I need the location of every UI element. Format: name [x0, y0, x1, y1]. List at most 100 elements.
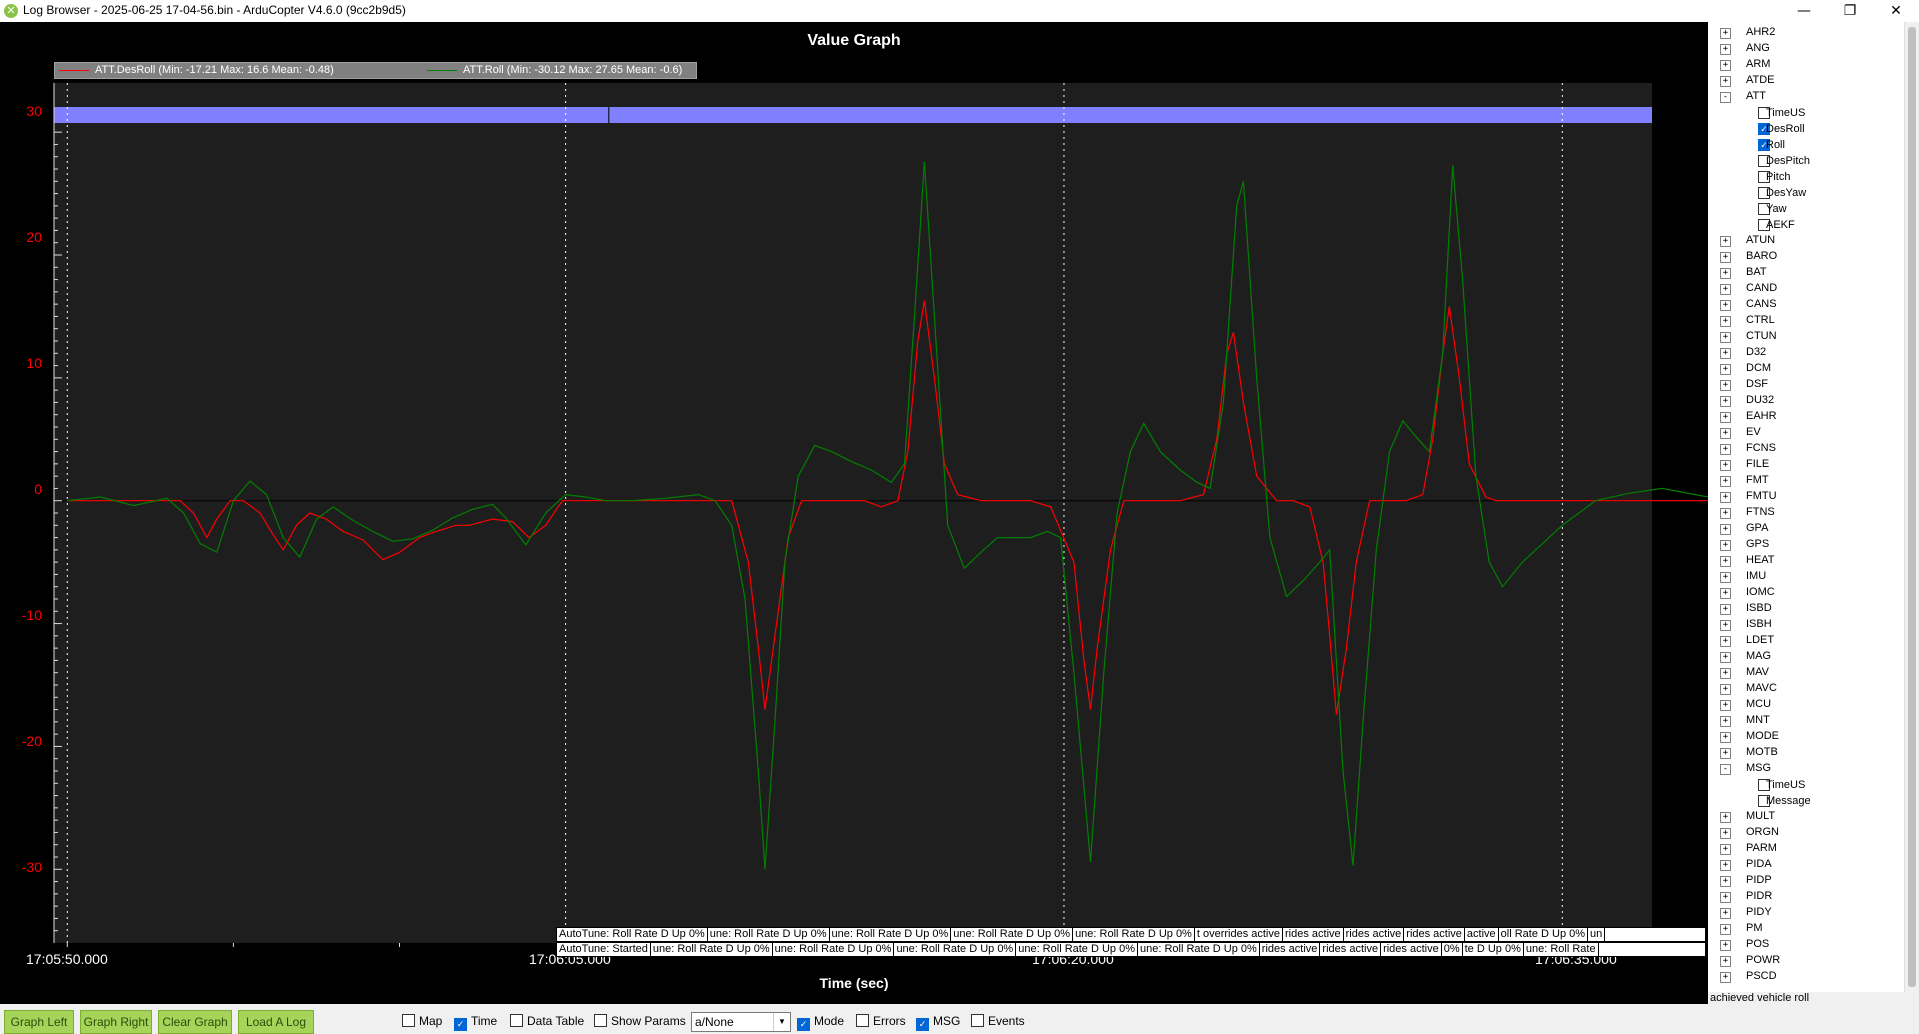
- message-annotation: rides active: [1381, 943, 1442, 956]
- expand-icon[interactable]: +: [1720, 924, 1731, 935]
- expand-icon[interactable]: +: [1720, 860, 1731, 871]
- expand-icon[interactable]: +: [1720, 700, 1731, 711]
- expand-icon[interactable]: +: [1720, 940, 1731, 951]
- graph-canvas[interactable]: [0, 22, 1708, 1004]
- expand-icon[interactable]: +: [1720, 908, 1731, 919]
- expand-icon[interactable]: +: [1720, 556, 1731, 567]
- expand-icon[interactable]: +: [1720, 540, 1731, 551]
- expand-icon[interactable]: +: [1720, 524, 1731, 535]
- expand-icon[interactable]: +: [1720, 460, 1731, 471]
- expand-icon[interactable]: +: [1720, 636, 1731, 647]
- expand-icon[interactable]: +: [1720, 492, 1731, 503]
- expand-icon[interactable]: +: [1720, 876, 1731, 887]
- mode-checkbox[interactable]: ✓ Mode: [797, 1014, 844, 1031]
- checkbox-box[interactable]: [594, 1014, 607, 1027]
- expand-icon[interactable]: +: [1720, 268, 1731, 279]
- expand-icon[interactable]: +: [1720, 476, 1731, 487]
- expand-icon[interactable]: +: [1720, 844, 1731, 855]
- checkbox-box[interactable]: [971, 1014, 984, 1027]
- expand-icon[interactable]: +: [1720, 972, 1731, 983]
- checkbox-box[interactable]: ✓: [454, 1018, 467, 1031]
- graph-right-button[interactable]: Graph Right: [80, 1010, 152, 1034]
- expand-icon[interactable]: +: [1720, 716, 1731, 727]
- expand-icon[interactable]: +: [1720, 604, 1731, 615]
- tree-node-label: FILE: [1746, 458, 1770, 470]
- data-table-checkbox[interactable]: Data Table: [510, 1014, 584, 1028]
- expand-icon[interactable]: +: [1720, 332, 1731, 343]
- expand-icon[interactable]: +: [1720, 76, 1731, 87]
- expand-icon[interactable]: +: [1720, 684, 1731, 695]
- expand-icon[interactable]: +: [1720, 588, 1731, 599]
- checkbox-box[interactable]: [510, 1014, 523, 1027]
- expand-icon[interactable]: +: [1720, 732, 1731, 743]
- expand-icon[interactable]: +: [1720, 252, 1731, 263]
- close-button[interactable]: ✕: [1873, 0, 1919, 22]
- tree-field-label: Roll: [1766, 139, 1785, 151]
- y-tick-label: 30: [26, 103, 42, 119]
- checkbox-box[interactable]: ✓: [916, 1018, 929, 1031]
- title-bar: ✕ Log Browser - 2025-06-25 17-04-56.bin …: [0, 0, 1919, 22]
- expand-icon[interactable]: +: [1720, 828, 1731, 839]
- expand-icon[interactable]: +: [1720, 652, 1731, 663]
- errors-checkbox[interactable]: Errors: [856, 1014, 906, 1028]
- tree-node-label: MAVC: [1746, 682, 1777, 694]
- mode-select[interactable]: a/None ▼: [691, 1012, 791, 1032]
- checkbox-box[interactable]: [402, 1014, 415, 1027]
- tree-node-label: PARM: [1746, 842, 1777, 854]
- scrollbar-thumb[interactable]: [1908, 27, 1916, 987]
- map-label: Map: [419, 1014, 443, 1028]
- expand-icon[interactable]: +: [1720, 508, 1731, 519]
- expand-icon[interactable]: +: [1720, 348, 1731, 359]
- restore-button[interactable]: ❐: [1827, 0, 1873, 22]
- tree-scrollbar[interactable]: [1904, 22, 1919, 992]
- message-annotation: une: Roll Rate D Up 0%: [708, 928, 830, 941]
- tree-node-label: FTNS: [1746, 506, 1775, 518]
- clear-graph-button[interactable]: Clear Graph: [158, 1010, 232, 1034]
- tree-node-label: ISBD: [1746, 602, 1772, 614]
- y-tick-label: -30: [21, 859, 42, 875]
- expand-icon[interactable]: +: [1720, 316, 1731, 327]
- expand-icon[interactable]: +: [1720, 236, 1731, 247]
- message-annotation: oll Rate D Up 0%: [1499, 928, 1589, 941]
- expand-icon[interactable]: +: [1720, 668, 1731, 679]
- expand-icon[interactable]: +: [1720, 364, 1731, 375]
- map-checkbox[interactable]: Map: [402, 1014, 442, 1028]
- expand-icon[interactable]: +: [1720, 892, 1731, 903]
- collapse-icon[interactable]: -: [1720, 92, 1731, 103]
- window-title: Log Browser - 2025-06-25 17-04-56.bin - …: [23, 3, 406, 17]
- chevron-down-icon[interactable]: ▼: [773, 1013, 790, 1031]
- expand-icon[interactable]: +: [1720, 396, 1731, 407]
- minimize-button[interactable]: —: [1781, 0, 1827, 22]
- expand-icon[interactable]: +: [1720, 620, 1731, 631]
- expand-icon[interactable]: +: [1720, 812, 1731, 823]
- field-tree[interactable]: + AHR2 + ANG + ARM + ATDE - ATT TimeUS ✓ DesRoll ✓ Rol…: [1708, 22, 1919, 992]
- message-annotations-bottom: AutoTune: Started une: Roll Rate D Up 0% u…: [556, 942, 1706, 957]
- expand-icon[interactable]: +: [1720, 956, 1731, 967]
- expand-icon[interactable]: +: [1720, 284, 1731, 295]
- tree-node-label: BARO: [1746, 250, 1778, 262]
- time-checkbox[interactable]: ✓ Time: [454, 1014, 497, 1031]
- y-tick-label: 0: [34, 481, 42, 497]
- expand-icon[interactable]: +: [1720, 300, 1731, 311]
- expand-icon[interactable]: +: [1720, 412, 1731, 423]
- expand-icon[interactable]: +: [1720, 444, 1731, 455]
- expand-icon[interactable]: +: [1720, 572, 1731, 583]
- tree-node-label: FMTU: [1746, 490, 1777, 502]
- expand-icon[interactable]: +: [1720, 428, 1731, 439]
- expand-icon[interactable]: +: [1720, 748, 1731, 759]
- expand-icon[interactable]: +: [1720, 380, 1731, 391]
- tree-node-label: MAG: [1746, 650, 1772, 662]
- checkbox-box[interactable]: ✓: [797, 1018, 810, 1031]
- msg-checkbox[interactable]: ✓ MSG: [916, 1014, 960, 1031]
- checkbox-box[interactable]: [856, 1014, 869, 1027]
- show-params-checkbox[interactable]: Show Params: [594, 1014, 686, 1028]
- load-log-button[interactable]: Load A Log: [238, 1010, 314, 1034]
- tree-node-label: FCNS: [1746, 442, 1776, 454]
- expand-icon[interactable]: +: [1720, 28, 1731, 39]
- value-graph[interactable]: Value Graph ATT.DesRoll (Min: -17.21 Max…: [0, 22, 1708, 1004]
- collapse-icon[interactable]: -: [1720, 764, 1731, 775]
- events-checkbox[interactable]: Events: [971, 1014, 1025, 1028]
- graph-left-button[interactable]: Graph Left: [4, 1010, 74, 1034]
- expand-icon[interactable]: +: [1720, 60, 1731, 71]
- expand-icon[interactable]: +: [1720, 44, 1731, 55]
